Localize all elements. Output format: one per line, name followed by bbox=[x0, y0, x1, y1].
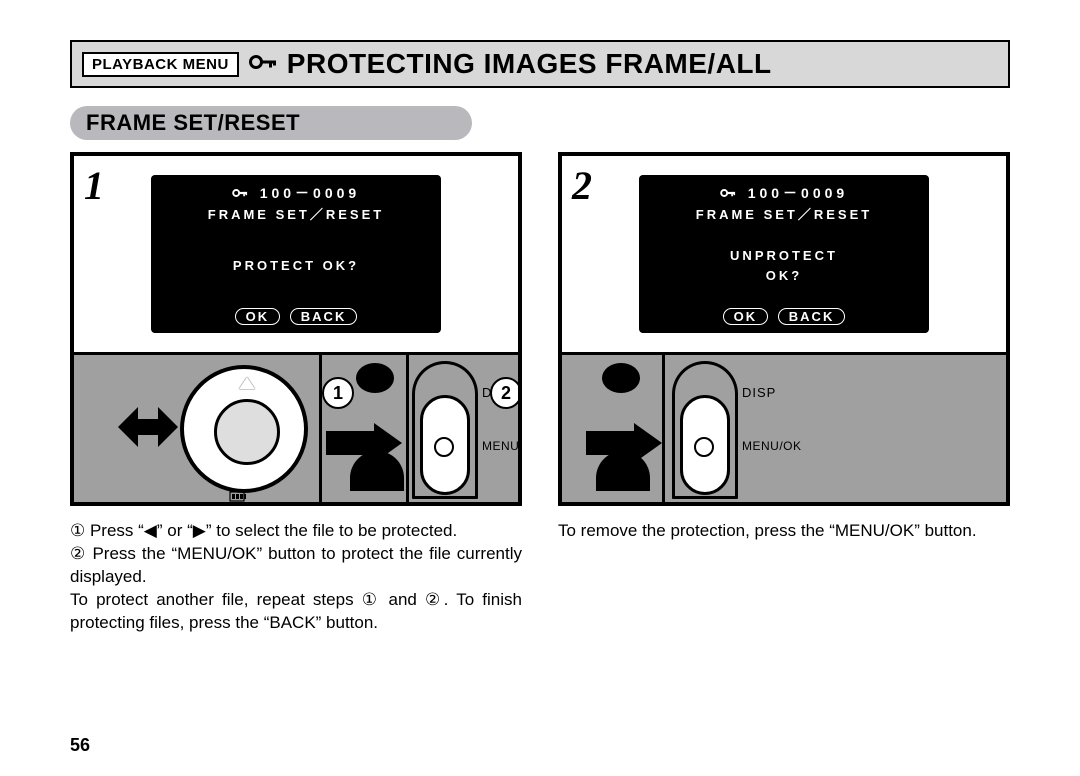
up-arrow-icon bbox=[239, 377, 255, 389]
camera-body-2: DISP MENU/OK bbox=[562, 355, 1006, 502]
step1-instructions: ① Press “◀” or “▶” to select the file to… bbox=[70, 520, 522, 635]
right-arrow-icon bbox=[284, 424, 296, 440]
key-icon bbox=[232, 186, 248, 202]
highlight-arrow-leftright bbox=[116, 387, 180, 472]
battery-icon bbox=[229, 490, 247, 502]
figure-step-2: 2 100－0009 FRAME SET／RESET UNPROTECT bbox=[558, 152, 1010, 506]
back-button: BACK bbox=[290, 308, 358, 325]
prompt-line-1: PROTECT OK? bbox=[233, 256, 359, 276]
file-number: 100－0009 bbox=[748, 185, 849, 201]
highlight-arrow-right bbox=[324, 421, 404, 470]
camera-screen-1: 100－0009 FRAME SET／RESET PROTECT OK? OK … bbox=[151, 175, 441, 333]
screen-mode: FRAME SET／RESET bbox=[651, 204, 917, 223]
camera-body-1: 1 DISP 2 MENU/OK bbox=[74, 355, 518, 502]
step2-instructions: To remove the protection, press the “MEN… bbox=[558, 520, 1010, 543]
prompt-line-2: OK? bbox=[766, 266, 802, 286]
screen-mode: FRAME SET／RESET bbox=[163, 204, 429, 223]
callout-2: 2 bbox=[490, 377, 518, 409]
key-icon bbox=[249, 49, 277, 80]
prompt-line-1: UNPROTECT bbox=[730, 246, 838, 266]
back-button: BACK bbox=[778, 308, 846, 325]
down-arrow-icon bbox=[239, 469, 255, 481]
camera-screen-2: 100－0009 FRAME SET／RESET UNPROTECT OK? O… bbox=[639, 175, 929, 333]
left-arrow-icon bbox=[192, 424, 204, 440]
page-title: PROTECTING IMAGES FRAME/ALL bbox=[287, 48, 772, 80]
title-badge: PLAYBACK MENU bbox=[82, 52, 239, 77]
highlight-arrow-right bbox=[584, 421, 664, 470]
key-icon bbox=[720, 186, 736, 202]
disp-label: DISP bbox=[742, 385, 776, 400]
callout-1: 1 bbox=[322, 377, 354, 409]
page-title-bar: PLAYBACK MENU PROTECTING IMAGES FRAME/AL… bbox=[70, 40, 1010, 88]
file-number: 100－0009 bbox=[260, 185, 361, 201]
figure-step-1: 1 100－0009 FRAME SET／RESET PROTECT OK? bbox=[70, 152, 522, 506]
nav-dial bbox=[180, 365, 308, 493]
page-number: 56 bbox=[70, 735, 90, 756]
menuok-label: MENU/OK bbox=[482, 439, 518, 453]
ok-button: OK bbox=[235, 308, 281, 325]
section-subtitle: FRAME SET/RESET bbox=[70, 106, 472, 140]
menuok-label: MENU/OK bbox=[742, 439, 802, 453]
ok-button: OK bbox=[723, 308, 769, 325]
